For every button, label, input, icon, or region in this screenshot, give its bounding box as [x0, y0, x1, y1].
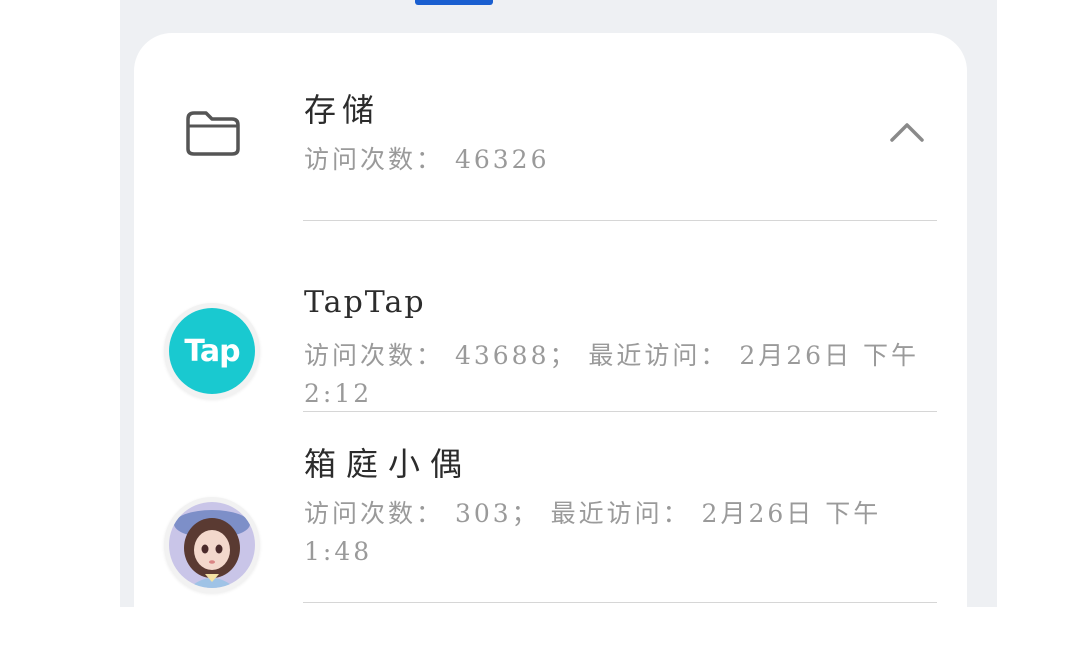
item-subtitle: 访问次数： 43688； 最近访问： 2月26日 下午2:12: [304, 341, 920, 408]
item-subtitle: 访问次数： 46326: [304, 145, 550, 174]
chevron-up-icon[interactable]: [889, 121, 925, 143]
list-item-storage[interactable]: 存储 访问次数： 46326: [134, 33, 967, 221]
item-title: 箱庭小偶: [304, 445, 473, 483]
doll-avatar-image: [169, 502, 255, 588]
item-title: TapTap: [304, 285, 426, 320]
doll-avatar-icon: [164, 497, 260, 593]
taptap-logo: Tap: [169, 308, 255, 394]
list-item-doll[interactable]: 箱庭小偶 访问次数： 303； 最近访问： 2月26日 下午1:48: [134, 411, 967, 611]
app-access-card: 存储 访问次数： 46326 Tap TapTap 访问次数： 43688； 最…: [134, 33, 967, 653]
list-item-taptap[interactable]: Tap TapTap 访问次数： 43688； 最近访问： 2月26日 下午2:…: [134, 221, 967, 411]
folder-icon: [186, 111, 240, 156]
taptap-app-icon: Tap: [164, 303, 260, 399]
item-subtitle: 访问次数： 303； 最近访问： 2月26日 下午1:48: [304, 499, 882, 566]
divider: [303, 602, 937, 603]
item-title: 存储: [304, 91, 381, 129]
active-tab-indicator: [415, 0, 493, 5]
